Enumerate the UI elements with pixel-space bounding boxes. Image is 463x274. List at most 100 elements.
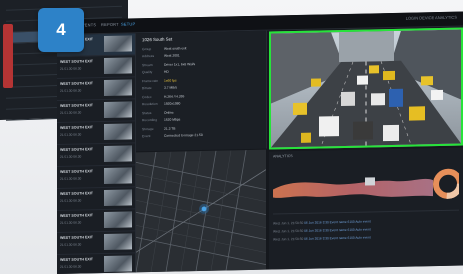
log-text: 06 Jun 2016 3:30 Event name 6100 Auto ev… — [304, 219, 371, 225]
detail-row: Recording 1520 Mbps — [142, 117, 180, 122]
camera-time: 21.51.30 06.30 — [60, 176, 82, 181]
street-scene-image — [271, 29, 461, 148]
back-screen-red-strip — [3, 24, 13, 88]
list-item[interactable]: WEST SOUTH EXIT 21.51.30 06.30 — [57, 77, 135, 101]
detail-row: Codec H.264 / H.265 — [142, 94, 184, 99]
camera-time: 21.51.30 06.30 — [60, 132, 82, 137]
camera-thumbnail — [104, 255, 132, 273]
detail-value: HD — [164, 69, 169, 74]
list-item[interactable]: WEST SOUTH EXIT 21.51.30 06.30 — [57, 121, 135, 145]
detail-row: Event Connected to image 21.50 — [142, 133, 203, 138]
detail-row: Bitrate 3.7 MB/s — [142, 85, 177, 90]
detail-row: Frame rate 1x60 fps — [142, 78, 176, 83]
camera-details-panel: 1026 South Set Group West south exit Addr… — [136, 30, 267, 152]
detail-key: Address — [142, 53, 155, 59]
step-number-badge: 4 — [38, 8, 84, 52]
camera-thumbnail — [104, 57, 132, 75]
camera-thumbnail — [104, 35, 132, 53]
detail-row: Storage 21.3 TB — [142, 127, 176, 132]
camera-time: 21.51.30 06.30 — [60, 264, 82, 269]
log-time: Wed, Jun 1, 21:50:50 — [273, 228, 304, 234]
detail-value: H.264 / H.265 — [164, 94, 185, 99]
detail-value: West south exit — [164, 46, 187, 51]
camera-thumbnail — [104, 167, 132, 185]
detail-key: Resolution — [142, 101, 158, 107]
detail-row: Quality HD — [142, 70, 169, 75]
camera-thumbnail — [104, 233, 132, 251]
camera-name: WEST SOUTH EXIT — [60, 81, 93, 86]
city-map[interactable] — [136, 149, 266, 273]
camera-time: 21.51.30 06.30 — [60, 220, 82, 225]
camera-name: WEST SOUTH EXIT — [60, 125, 93, 130]
detail-value-highlight: 1x60 fps — [164, 78, 177, 83]
detail-value: 21.3 TB — [164, 126, 176, 131]
analytics-panel: ANALYTICS Wed, Jun 1, 21:50:50 06 Jun 20… — [269, 147, 463, 270]
detail-value: Connected to image 21.50 — [164, 132, 203, 138]
list-item[interactable]: WEST SOUTH EXIT 21.51.30 06.30 — [57, 55, 135, 79]
detail-key: Recording — [142, 117, 158, 123]
detail-key: Status — [142, 111, 152, 116]
log-text: 06 Jun 2016 3:30 Event name 6100 Auto ev… — [304, 235, 371, 241]
detail-row: Address West 2001 — [142, 53, 180, 58]
detail-key: Bitrate — [142, 86, 152, 91]
detail-key: Codec — [142, 95, 152, 100]
camera-thumbnail — [104, 101, 132, 119]
details-title: 1026 South Set — [142, 36, 173, 43]
camera-name: WEST SOUTH EXIT — [60, 213, 93, 218]
step-number: 4 — [56, 20, 66, 39]
detail-key: Quality — [142, 70, 153, 75]
list-item[interactable]: WEST SOUTH EXIT 21.51.30 06.30 — [57, 99, 135, 123]
tab-setup[interactable]: SETUP — [121, 21, 135, 26]
detail-value: 1920x1080 — [164, 101, 181, 106]
detail-row: Stream Driver 1x1, 6x6 Wsl/s — [142, 62, 195, 67]
event-log-line[interactable]: Wed, Jun 1, 21:50:50 06 Jun 2016 3:30 Ev… — [273, 227, 371, 233]
traffic-heat-graph — [273, 168, 459, 199]
detail-row: Resolution 1920x1080 — [142, 101, 180, 106]
event-log-line[interactable]: Wed, Jun 1, 21:50:50 06 Jun 2016 3:30 Ev… — [273, 235, 371, 241]
camera-thumbnail — [104, 211, 132, 229]
list-item[interactable]: WEST SOUTH EXIT 21.51.30 06.30 — [57, 187, 135, 211]
detail-row: Status Online — [142, 111, 174, 116]
map-streets — [136, 149, 266, 273]
list-item[interactable]: WEST SOUTH EXIT 21.51.30 06.30 — [57, 165, 135, 189]
log-text: 06 Jun 2016 3:30 Event name 6100 Auto ev… — [304, 227, 371, 233]
camera-name: WEST SOUTH EXIT — [60, 59, 93, 64]
camera-name: WEST SOUTH EXIT — [60, 147, 93, 152]
top-right-menu[interactable]: LOGIN DEVICE ANALYTICS — [406, 15, 457, 21]
log-time: Wed, Jun 1, 21:50:50 — [273, 220, 304, 226]
camera-name: WEST SOUTH EXIT — [60, 169, 93, 174]
detail-value: 3.7 MB/s — [164, 85, 178, 90]
list-item[interactable]: WEST SOUTH EXIT 21.51.30 06.30 — [57, 143, 135, 167]
camera-list: WEST SOUTH EXIT 21.51.30 06.30 WEST SOUTH… — [57, 33, 136, 274]
camera-time: 21.51.30 06.30 — [60, 110, 82, 115]
camera-name: WEST SOUTH EXIT — [60, 257, 93, 262]
camera-thumbnail — [104, 123, 132, 141]
detail-key: Stream — [142, 62, 153, 68]
camera-name: WEST SOUTH EXIT — [60, 103, 93, 108]
camera-time: 21.51.30 06.30 — [60, 66, 82, 71]
detail-value: West 2001 — [164, 53, 180, 58]
camera-time: 21.51.30 06.30 — [60, 88, 82, 93]
detail-key: Event — [142, 134, 151, 139]
camera-name: WEST SOUTH EXIT — [60, 235, 93, 240]
analytics-title: ANALYTICS — [273, 154, 293, 159]
list-item[interactable]: WEST SOUTH EXIT 21.51.30 06.30 — [57, 231, 135, 255]
detail-key: Frame rate — [142, 78, 159, 84]
log-time: Wed, Jun 1, 21:50:50 — [273, 236, 304, 242]
detail-key: Storage — [142, 126, 154, 132]
camera-name: WEST SOUTH EXIT — [60, 191, 93, 196]
camera-thumbnail — [104, 145, 132, 163]
tab-report[interactable]: REPORT — [101, 22, 119, 27]
live-video-feed[interactable] — [269, 27, 463, 150]
camera-time: 21.51.30 06.30 — [60, 242, 82, 247]
screenshot-stage: 4 LIVE EVENTS REPORT SETUP LOGIN DEVICE … — [0, 0, 463, 274]
event-log-line[interactable]: Wed, Jun 1, 21:50:50 06 Jun 2016 3:30 Ev… — [273, 219, 371, 225]
list-item[interactable]: WEST SOUTH EXIT 21.51.30 06.30 — [57, 253, 135, 274]
list-item[interactable]: WEST SOUTH EXIT 21.51.30 06.30 — [57, 209, 135, 233]
detail-value: Driver 1x1, 6x6 Wsl/s — [164, 62, 196, 67]
camera-time: 21.51.30 06.30 — [60, 154, 82, 159]
camera-thumbnail — [104, 79, 132, 97]
camera-thumbnail — [104, 189, 132, 207]
detail-row: Group West south exit — [142, 46, 186, 51]
vms-app-window: LIVE EVENTS REPORT SETUP LOGIN DEVICE AN… — [57, 11, 463, 274]
